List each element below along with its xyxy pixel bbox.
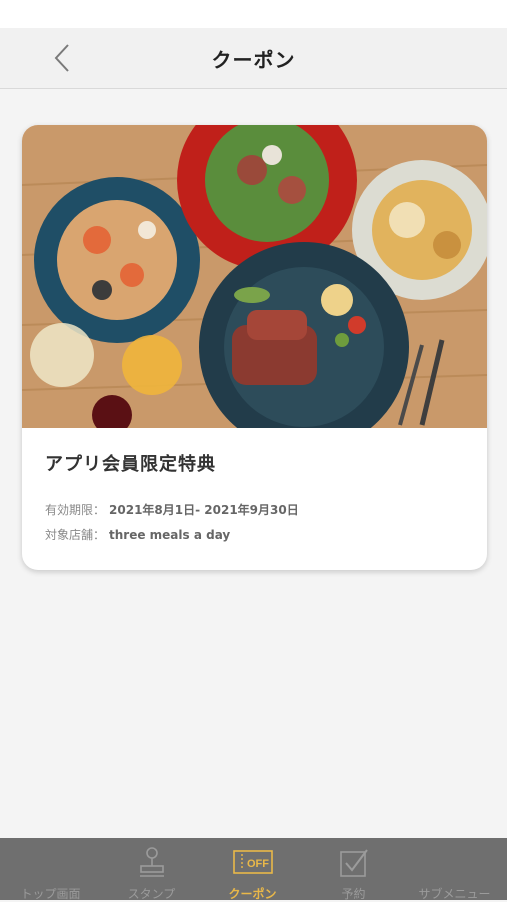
bottom-tab-bar: トップ画面 スタンプ OFF クーポン 予約 サブメニュー	[0, 838, 507, 901]
tab-reservation[interactable]: 予約	[303, 838, 404, 901]
target-store: 対象店舗： three meals a day	[45, 526, 230, 543]
coupon-badge-text: OFF	[247, 858, 269, 870]
home-icon	[31, 846, 71, 878]
validity-value: 2021年8月1日- 2021年9月30日	[109, 503, 299, 517]
tab-coupon-label: クーポン	[228, 887, 277, 901]
tab-reservation-label: 予約	[341, 887, 366, 901]
menu-icon	[435, 846, 475, 878]
coupon-food-image	[22, 125, 487, 428]
store-value: three meals a day	[109, 528, 231, 542]
store-label: 対象店舗：	[45, 528, 106, 542]
tab-stamp[interactable]: スタンプ	[101, 838, 202, 901]
validity-label: 有効期限：	[45, 503, 106, 517]
tab-top-label: トップ画面	[20, 887, 81, 901]
tab-submenu-label: サブメニュー	[418, 887, 491, 901]
page-title: クーポン	[211, 48, 296, 72]
coupon-off-icon: OFF	[232, 850, 273, 874]
status-bar	[0, 0, 507, 28]
tab-coupon[interactable]: OFF クーポン	[202, 838, 303, 901]
coupon-title: アプリ会員限定特典	[45, 454, 216, 475]
stamp-icon	[139, 847, 164, 877]
app-header: クーポン	[0, 28, 507, 89]
tab-stamp-label: スタンプ	[127, 887, 176, 901]
coupon-card[interactable]: アプリ会員限定特典 有効期限： 2021年8月1日- 2021年9月30日 対象店…	[22, 125, 487, 570]
tab-top[interactable]: トップ画面	[0, 838, 101, 901]
checkbox-icon	[339, 849, 368, 877]
validity-period: 有効期限： 2021年8月1日- 2021年9月30日	[45, 501, 299, 518]
tab-submenu[interactable]: サブメニュー	[404, 838, 505, 901]
